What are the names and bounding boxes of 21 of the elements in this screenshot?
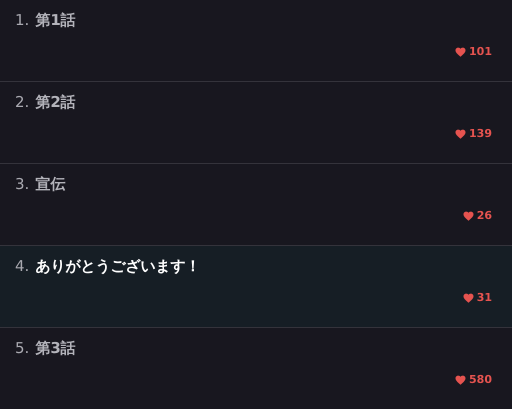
like-count: 139 [469, 126, 492, 142]
episode-title: 宣伝 [35, 174, 66, 195]
heart-icon [455, 374, 466, 385]
heart-icon [462, 292, 474, 303]
episode-number: 1. [15, 10, 30, 31]
episode-number: 5. [15, 338, 30, 359]
episode-title: 第3話 [35, 338, 76, 359]
episode-row[interactable]: 4. ありがとうございます！ 31 [0, 246, 512, 328]
heart-icon [455, 128, 466, 139]
like-count: 101 [469, 44, 492, 60]
like-count: 580 [469, 372, 492, 388]
episode-title: ありがとうございます！ [35, 256, 200, 277]
heart-icon [455, 46, 466, 57]
episode-title: 第1話 [35, 10, 76, 31]
like-count: 31 [476, 290, 492, 306]
like-count: 26 [476, 208, 492, 224]
heart-icon [462, 210, 474, 221]
episode-title: 第2話 [35, 92, 76, 113]
episode-number: 3. [15, 174, 30, 195]
episode-number: 2. [15, 92, 30, 113]
episode-number: 4. [15, 256, 30, 277]
